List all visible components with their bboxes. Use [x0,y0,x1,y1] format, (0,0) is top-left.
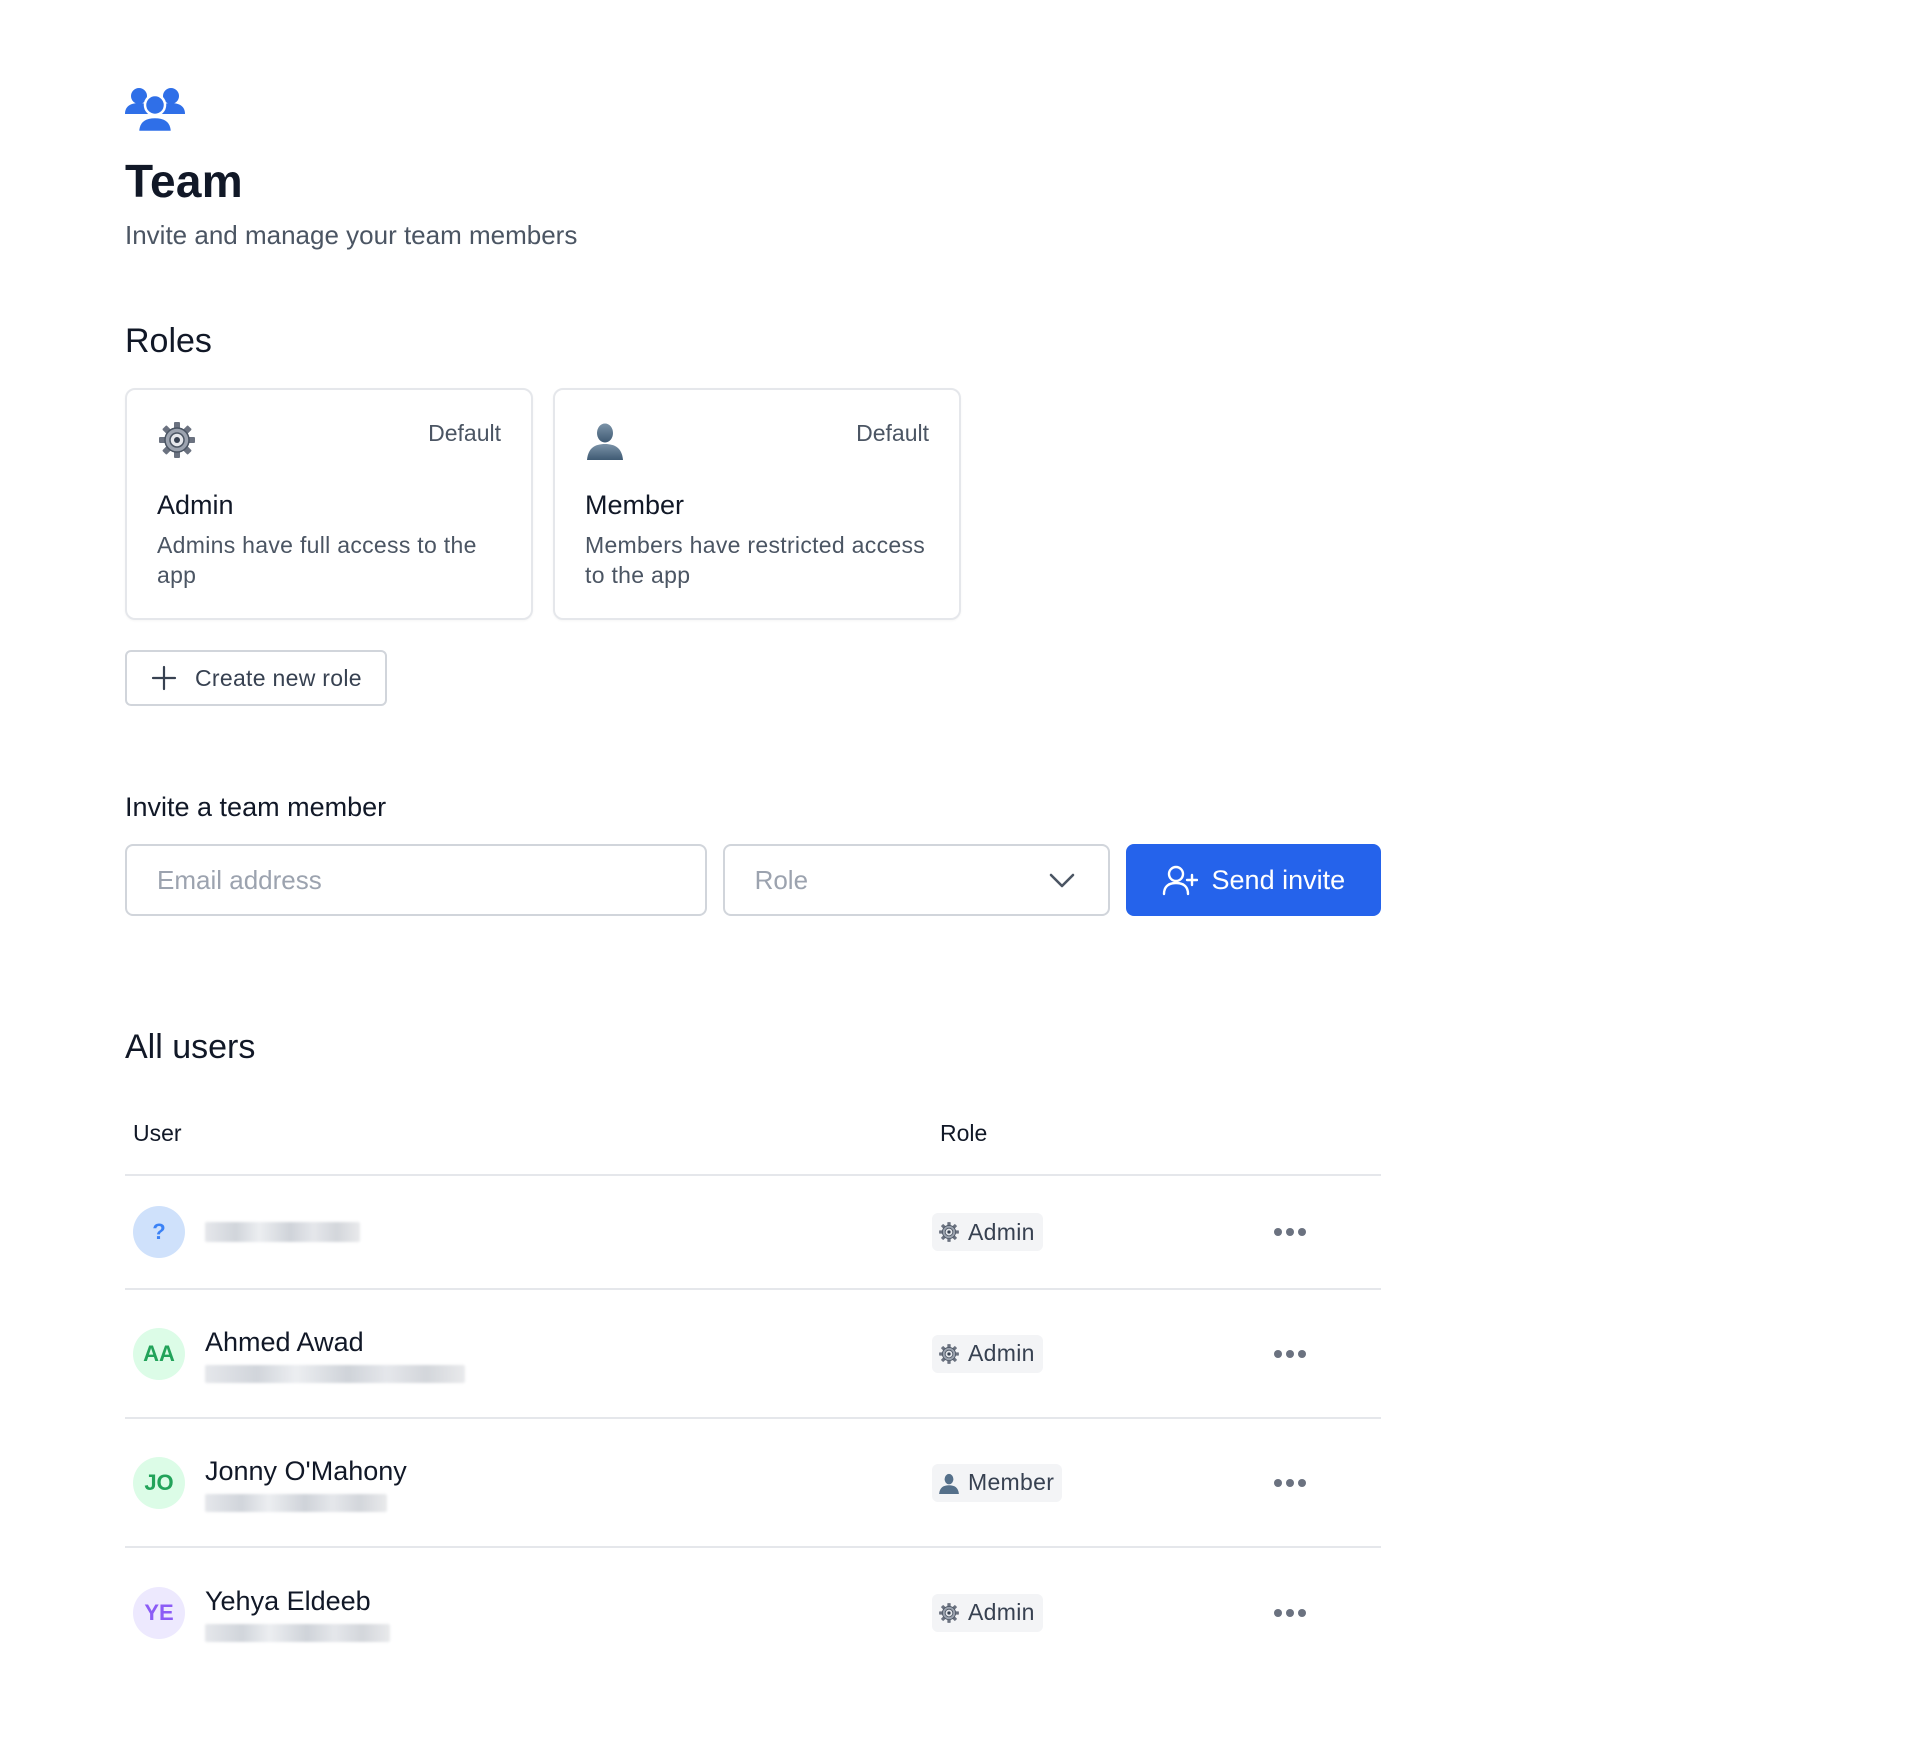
user-silhouette-icon [587,423,623,460]
role-cell: Admin [932,1334,1268,1373]
avatar: ? [133,1206,185,1258]
user-cell: JO Jonny O'Mahony [125,1454,940,1512]
role-select[interactable]: Role [722,844,1110,916]
create-role-label: Create new role [195,664,362,691]
ellipsis-icon [1274,1608,1306,1617]
ellipsis-icon [1274,1228,1306,1236]
team-page: Team Invite and manage your team members… [125,86,1381,1677]
users-table: User Role ? Admin AA Ahmed Awad Admin JO… [125,1120,1381,1677]
send-invite-label: Send invite [1211,864,1346,895]
role-description: Members have restricted access to the ap… [585,532,926,588]
role-name: Admin [157,490,234,520]
table-row: JO Jonny O'Mahony Member [125,1419,1381,1548]
role-description: Admins have full access to the app [157,532,477,588]
page-title: Team [125,155,243,207]
user-name: Ahmed Awad [205,1326,364,1357]
user-silhouette-icon [939,1473,959,1494]
avatar: YE [133,1586,185,1639]
chevron-down-icon [1049,873,1074,888]
gear-icon [939,1343,959,1364]
role-card-member[interactable]: Default Member Members have restricted a… [553,388,961,620]
role-badge: Admin [932,1593,1043,1632]
ellipsis-icon [1274,1349,1306,1358]
role-badge: Member [932,1463,1063,1502]
role-badge: Admin [932,1213,1043,1251]
gear-icon [939,1602,959,1623]
role-card-admin[interactable]: Default Admin Admins have full access to… [125,388,533,620]
table-row: YE Yehya Eldeeb Admin [125,1548,1381,1677]
table-header: User Role [125,1120,1381,1176]
column-header-user: User [133,1120,182,1146]
table-row: AA Ahmed Awad Admin [125,1290,1381,1419]
role-cell: Admin [932,1213,1268,1251]
more-options-button[interactable] [1268,1217,1312,1247]
user-info: Yehya Eldeeb [205,1584,390,1642]
roles-section-title: Roles [125,322,212,360]
redacted-email [205,1493,387,1512]
more-options-button[interactable] [1268,1339,1312,1369]
user-info: Jonny O'Mahony [205,1454,407,1512]
invite-section-title: Invite a team member [125,792,387,822]
avatar: JO [133,1456,185,1509]
user-info: Ahmed Awad [205,1325,465,1383]
user-info [205,1222,360,1242]
more-options-button[interactable] [1268,1468,1312,1498]
role-cell: Member [932,1463,1268,1502]
user-name: Yehya Eldeeb [205,1585,371,1616]
role-badge: Admin [932,1334,1043,1373]
role-default-badge: Default [856,420,929,446]
table-row: ? Admin [125,1176,1381,1290]
avatar: AA [133,1327,185,1380]
ellipsis-icon [1274,1478,1306,1487]
gear-icon [939,1222,959,1242]
email-input[interactable] [125,844,707,916]
role-cell: Admin [932,1593,1268,1632]
redacted-email [205,1623,390,1642]
page-subtitle: Invite and manage your team members [125,220,578,250]
users-section-title: All users [125,1028,256,1066]
more-options-button[interactable] [1268,1598,1312,1628]
column-header-role: Role [940,1120,988,1146]
redacted-email [205,1222,360,1242]
user-cell: ? [125,1206,940,1258]
roles-list: Default Admin Admins have full access to… [125,388,1381,620]
redacted-email [205,1364,465,1383]
role-name: Member [585,490,685,520]
gear-icon [159,422,195,458]
invite-form: Role Send invite [125,844,1381,916]
user-cell: AA Ahmed Awad [125,1325,940,1383]
user-name: Jonny O'Mahony [205,1455,407,1486]
role-select-placeholder: Role [754,864,809,895]
team-icon [125,88,185,134]
user-plus-icon [1162,865,1198,896]
user-cell: YE Yehya Eldeeb [125,1584,940,1642]
plus-icon [151,665,177,691]
create-role-button[interactable]: Create new role [125,650,387,706]
role-default-badge: Default [428,420,501,446]
send-invite-button[interactable]: Send invite [1125,844,1381,916]
